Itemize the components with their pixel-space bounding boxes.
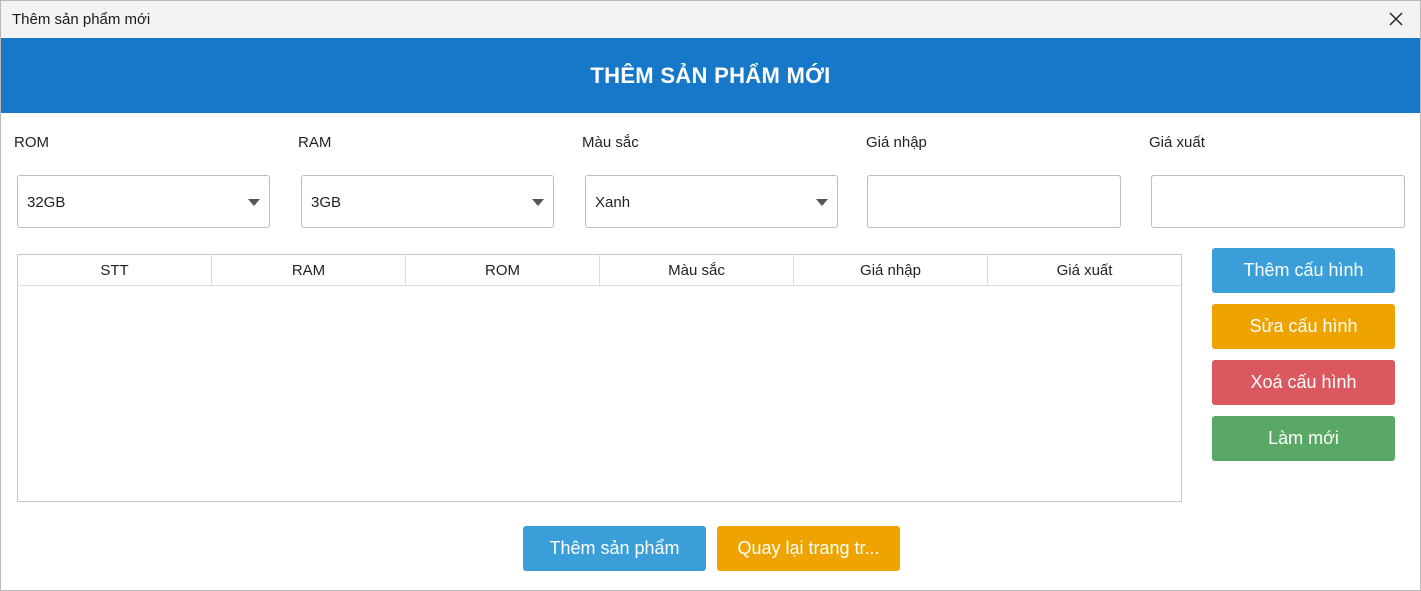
column-header-export-price[interactable]: Giá xuất [988,255,1181,285]
import-price-input[interactable] [867,175,1121,228]
table-header: STT RAM ROM Màu sắc Giá nhập Giá xuất [18,255,1181,286]
rom-label: ROM [14,134,49,151]
add-product-button[interactable]: Thêm sản phẩm [523,526,706,571]
add-config-button[interactable]: Thêm cấu hình [1212,248,1395,293]
back-button[interactable]: Quay lại trang tr... [717,526,900,571]
chevron-down-icon [248,199,260,206]
import-price-label: Giá nhập [866,134,927,151]
column-header-import-price[interactable]: Giá nhập [794,255,988,285]
title-bar: Thêm sản phẩm mới [1,1,1420,38]
column-header-ram[interactable]: RAM [212,255,406,285]
chevron-down-icon [532,199,544,206]
column-header-rom[interactable]: ROM [406,255,600,285]
edit-config-button[interactable]: Sửa cấu hình [1212,304,1395,349]
column-header-stt[interactable]: STT [18,255,212,285]
delete-config-button[interactable]: Xoá cấu hình [1212,360,1395,405]
close-icon [1389,12,1403,26]
color-select-value: Xanh [595,194,631,211]
refresh-button[interactable]: Làm mới [1212,416,1395,461]
close-button[interactable] [1384,7,1408,31]
config-table[interactable]: STT RAM ROM Màu sắc Giá nhập Giá xuất [17,254,1182,502]
chevron-down-icon [816,199,828,206]
header-banner: THÊM SẢN PHẨM MỚI [1,38,1420,113]
column-header-color[interactable]: Màu sắc [600,255,794,285]
color-select[interactable]: Xanh [585,175,838,228]
export-price-label: Giá xuất [1149,134,1205,151]
ram-select[interactable]: 3GB [301,175,554,228]
ram-select-value: 3GB [311,194,342,211]
ram-label: RAM [298,134,332,151]
rom-select-value: 32GB [27,194,66,211]
color-label: Màu sắc [582,134,639,151]
window-title: Thêm sản phẩm mới [12,11,151,28]
rom-select[interactable]: 32GB [17,175,270,228]
page-title: THÊM SẢN PHẨM MỚI [590,62,831,88]
dialog-window: Thêm sản phẩm mới THÊM SẢN PHẨM MỚI ROM … [0,0,1421,591]
export-price-input[interactable] [1151,175,1405,228]
